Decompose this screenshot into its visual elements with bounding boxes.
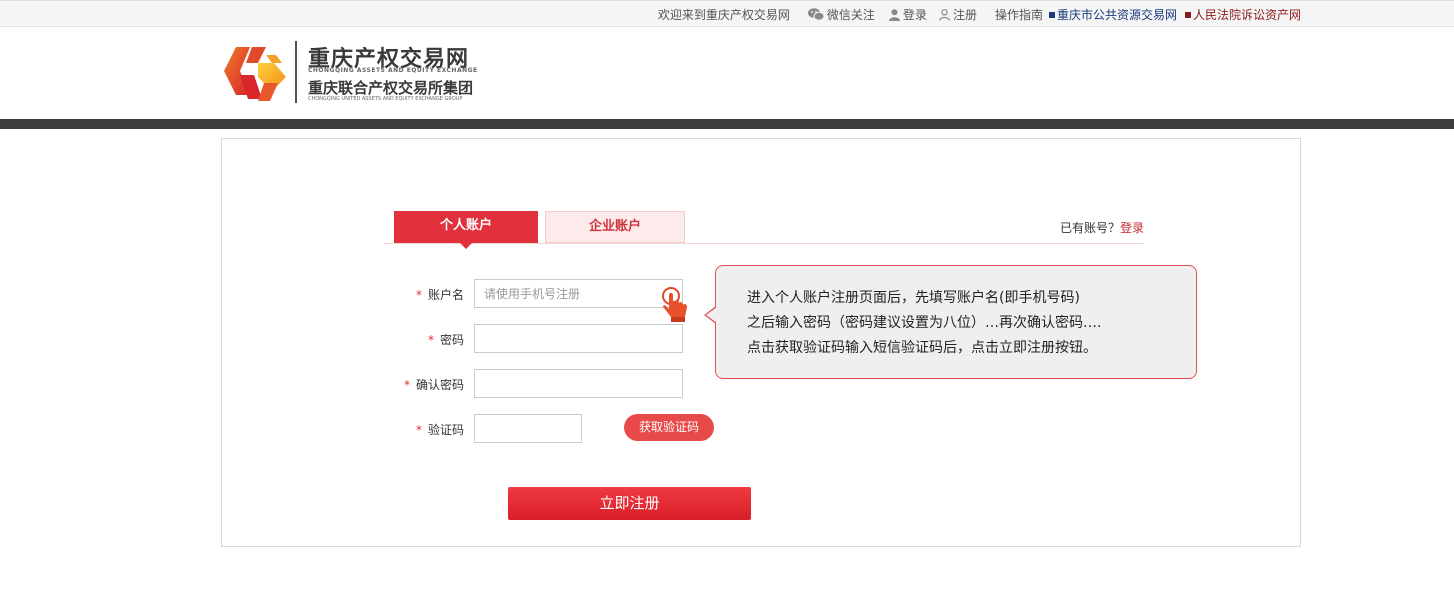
verification-code-label: * 验证码: [415, 423, 464, 437]
confirm-password-label: * 确认密码: [403, 378, 464, 392]
verification-code-input[interactable]: [474, 414, 582, 443]
login-link[interactable]: 登录: [1120, 221, 1144, 235]
court-assets-link[interactable]: 人民法院诉讼资产网: [1184, 6, 1301, 23]
wechat-label: 微信关注: [826, 8, 875, 22]
public-resource-label: 重庆市公共资源交易网: [1056, 8, 1177, 22]
tooltip-line-1: 进入个人账户注册页面后，先填写账户名(即手机号码): [747, 290, 1080, 306]
tab-company-account[interactable]: 企业账户: [545, 211, 685, 243]
wechat-follow-link[interactable]: 微信关注: [807, 6, 875, 23]
user-icon: [888, 8, 900, 21]
site-header: 重庆产权交易网 CHONGQING ASSETS AND EQUITY EXCH…: [0, 27, 1454, 119]
account-type-tabs: 个人账户 企业账户 已有账号？登录: [384, 211, 1144, 249]
top-bar: 欢迎来到重庆产权交易网 微信关注 登录 注册 操作指南 重庆市公共资源交易网 人…: [0, 0, 1454, 27]
confirm-password-row: * 确认密码: [384, 369, 704, 399]
register-user-icon: [939, 8, 950, 21]
top-register-link[interactable]: 注册: [939, 6, 977, 23]
top-login-link[interactable]: 登录: [888, 6, 927, 23]
court-assets-label: 人民法院诉讼资产网: [1192, 8, 1301, 22]
password-row: * 密码: [384, 324, 704, 354]
top-links: 欢迎来到重庆产权交易网 微信关注 登录 注册 操作指南 重庆市公共资源交易网 人…: [658, 6, 1301, 23]
group-name: 重庆联合产权交易所集团: [308, 79, 474, 97]
get-code-button[interactable]: 获取验证码: [624, 414, 714, 441]
top-login-label: 登录: [902, 8, 927, 22]
register-submit-button[interactable]: 立即注册: [508, 487, 751, 520]
username-row: * 账户名: [384, 279, 704, 309]
password-label: * 密码: [427, 333, 464, 347]
tooltip-line-2: 之后输入密码（密码建议设置为八位）…再次确认密码….: [747, 315, 1102, 331]
help-tooltip: 进入个人账户注册页面后，先填写账户名(即手机号码) 之后输入密码（密码建议设置为…: [704, 265, 1197, 379]
required-mark: *: [427, 333, 434, 347]
username-label: * 账户名: [415, 288, 464, 302]
site-name-en: CHONGQING ASSETS AND EQUITY EXCHANGE: [308, 67, 478, 74]
required-mark: *: [403, 378, 410, 392]
square-bullet-icon: [1184, 11, 1191, 18]
required-mark: *: [415, 423, 422, 437]
top-register-label: 注册: [952, 8, 977, 22]
square-bullet-icon: [1048, 11, 1055, 18]
logo-mark[interactable]: [222, 41, 288, 105]
have-account-text: 已有账号？: [1059, 221, 1120, 235]
logo-divider: [295, 41, 297, 103]
tooltip-line-3: 点击获取验证码输入短信验证码后，点击立即注册按钮。: [747, 340, 1097, 356]
tab-personal-account[interactable]: 个人账户: [394, 211, 538, 249]
welcome-text: 欢迎来到重庆产权交易网: [657, 8, 790, 22]
group-name-en: CHONGQING UNITED ASSETS AND EQUITY EXCHA…: [308, 96, 463, 102]
guide-link[interactable]: 操作指南: [995, 6, 1043, 23]
public-resource-link[interactable]: 重庆市公共资源交易网: [1048, 6, 1177, 23]
username-input[interactable]: [474, 279, 683, 308]
have-account-prompt: 已有账号？登录: [1060, 219, 1144, 236]
confirm-password-input[interactable]: [474, 369, 683, 398]
wechat-icon: [807, 8, 824, 21]
password-input[interactable]: [474, 324, 683, 353]
header-divider-bar: [0, 119, 1454, 129]
pointing-hand-icon: [662, 287, 687, 322]
required-mark: *: [415, 288, 422, 302]
